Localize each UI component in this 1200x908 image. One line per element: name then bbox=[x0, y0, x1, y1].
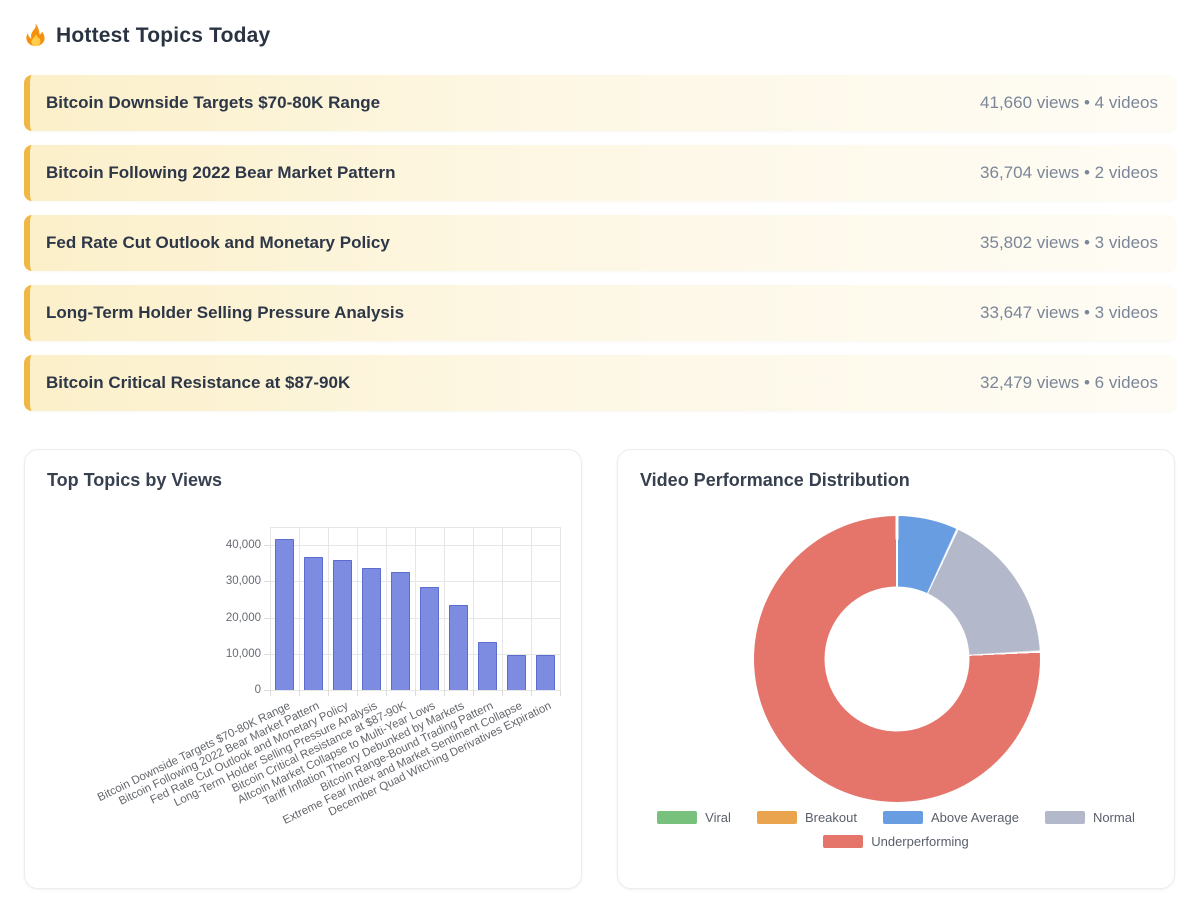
topic-meta: 32,479 views • 6 videos bbox=[980, 373, 1158, 392]
bar-chart-card: Top Topics by Views 0 10,000 20,000 30,000 4… bbox=[24, 449, 582, 889]
legend-row: Underperforming bbox=[810, 834, 982, 849]
topic-title: Long-Term Holder Selling Pressure Analys… bbox=[46, 303, 405, 322]
gridline bbox=[270, 527, 271, 690]
legend-item-underperforming[interactable]: Underperforming bbox=[823, 834, 969, 849]
bar[interactable] bbox=[304, 557, 323, 690]
bar-chart-plot-area bbox=[264, 527, 561, 696]
bar[interactable] bbox=[507, 655, 526, 690]
gridline bbox=[444, 527, 445, 690]
topic-meta: 33,647 views • 3 videos bbox=[980, 303, 1158, 322]
x-tick-mark bbox=[531, 690, 532, 696]
topic-title: Fed Rate Cut Outlook and Monetary Policy bbox=[46, 233, 390, 252]
legend-swatch bbox=[657, 811, 698, 824]
gridline bbox=[415, 527, 416, 690]
dashboard-page: Hottest Topics Today Bitcoin Downside Ta… bbox=[0, 0, 1200, 908]
legend-label: Normal bbox=[1092, 810, 1135, 825]
gridline bbox=[357, 527, 358, 690]
x-tick-mark bbox=[386, 690, 387, 696]
chart-legend: Viral Breakout Above Average Normal Underper… bbox=[618, 810, 1174, 849]
topic-title: Bitcoin Following 2022 Bear Market Patte… bbox=[46, 163, 396, 182]
x-tick-mark bbox=[328, 690, 329, 696]
legend-item-breakout[interactable]: Breakout bbox=[756, 810, 857, 825]
gridline bbox=[560, 527, 561, 690]
x-tick-mark bbox=[444, 690, 445, 696]
bar[interactable] bbox=[478, 642, 497, 690]
topic-row[interactable]: Fed Rate Cut Outlook and Monetary Policy… bbox=[24, 215, 1176, 271]
x-tick-mark bbox=[560, 690, 561, 696]
x-tick-mark bbox=[502, 690, 503, 696]
y-axis-tick-label: 20,000 bbox=[225, 611, 261, 624]
legend-label: Above Average bbox=[930, 810, 1019, 825]
hot-topics-list: Bitcoin Downside Targets $70-80K Range 41… bbox=[24, 75, 1176, 411]
legend-item-normal[interactable]: Normal bbox=[1044, 810, 1135, 825]
gridline bbox=[386, 527, 387, 690]
bar[interactable] bbox=[449, 605, 468, 690]
legend-swatch bbox=[756, 811, 797, 824]
y-axis-tick-label: 10,000 bbox=[225, 647, 261, 660]
legend-swatch bbox=[1044, 811, 1085, 824]
gridline bbox=[328, 527, 329, 690]
bar[interactable] bbox=[362, 568, 381, 690]
legend-label: Viral bbox=[705, 810, 731, 825]
legend-row: Viral Breakout Above Average Normal bbox=[644, 810, 1148, 825]
x-tick-mark bbox=[299, 690, 300, 696]
y-axis-tick-label: 0 bbox=[254, 684, 261, 696]
topic-meta: 35,802 views • 3 videos bbox=[980, 233, 1158, 252]
page-title-text: Hottest Topics Today bbox=[56, 23, 271, 47]
legend-swatch bbox=[823, 835, 864, 848]
page-title: Hottest Topics Today bbox=[24, 0, 1176, 48]
legend-item-above-average[interactable]: Above Average bbox=[882, 810, 1019, 825]
bar[interactable] bbox=[420, 587, 439, 690]
topic-title: Bitcoin Downside Targets $70-80K Range bbox=[46, 93, 381, 112]
fire-icon bbox=[24, 23, 47, 48]
bar[interactable] bbox=[333, 560, 352, 690]
y-axis-tick-label: 40,000 bbox=[225, 539, 261, 552]
legend-label: Breakout bbox=[804, 810, 857, 825]
topic-row[interactable]: Bitcoin Critical Resistance at $87-90K 32… bbox=[24, 355, 1176, 411]
donut-chart-card: Video Performance Distribution Viral Brea… bbox=[617, 449, 1175, 889]
bar[interactable] bbox=[275, 539, 294, 690]
topic-row[interactable]: Long-Term Holder Selling Pressure Analys… bbox=[24, 285, 1176, 341]
charts-row: Top Topics by Views 0 10,000 20,000 30,000 4… bbox=[24, 449, 1176, 889]
x-tick-mark bbox=[473, 690, 474, 696]
topic-meta: 41,660 views • 4 videos bbox=[980, 93, 1158, 112]
topic-row[interactable]: Bitcoin Downside Targets $70-80K Range 41… bbox=[24, 75, 1176, 131]
legend-swatch bbox=[882, 811, 923, 824]
topic-row[interactable]: Bitcoin Following 2022 Bear Market Patte… bbox=[24, 145, 1176, 201]
topic-title: Bitcoin Critical Resistance at $87-90K bbox=[46, 373, 351, 392]
x-tick-mark bbox=[357, 690, 358, 696]
bar[interactable] bbox=[536, 655, 555, 690]
gridline bbox=[531, 527, 532, 690]
legend-item-viral[interactable]: Viral bbox=[657, 810, 731, 825]
x-tick-mark bbox=[415, 690, 416, 696]
legend-label: Underperforming bbox=[871, 834, 969, 849]
x-tick-mark bbox=[270, 690, 271, 696]
donut-chart-title: Video Performance Distribution bbox=[640, 470, 910, 490]
bar[interactable] bbox=[391, 572, 410, 690]
gridline bbox=[502, 527, 503, 690]
donut-chart[interactable] bbox=[754, 516, 1040, 802]
gridline bbox=[299, 527, 300, 690]
y-axis-tick-label: 30,000 bbox=[225, 575, 261, 588]
bar-chart-title: Top Topics by Views bbox=[47, 470, 223, 490]
topic-meta: 36,704 views • 2 videos bbox=[980, 163, 1158, 182]
donut-hole bbox=[824, 586, 970, 732]
gridline bbox=[473, 527, 474, 690]
